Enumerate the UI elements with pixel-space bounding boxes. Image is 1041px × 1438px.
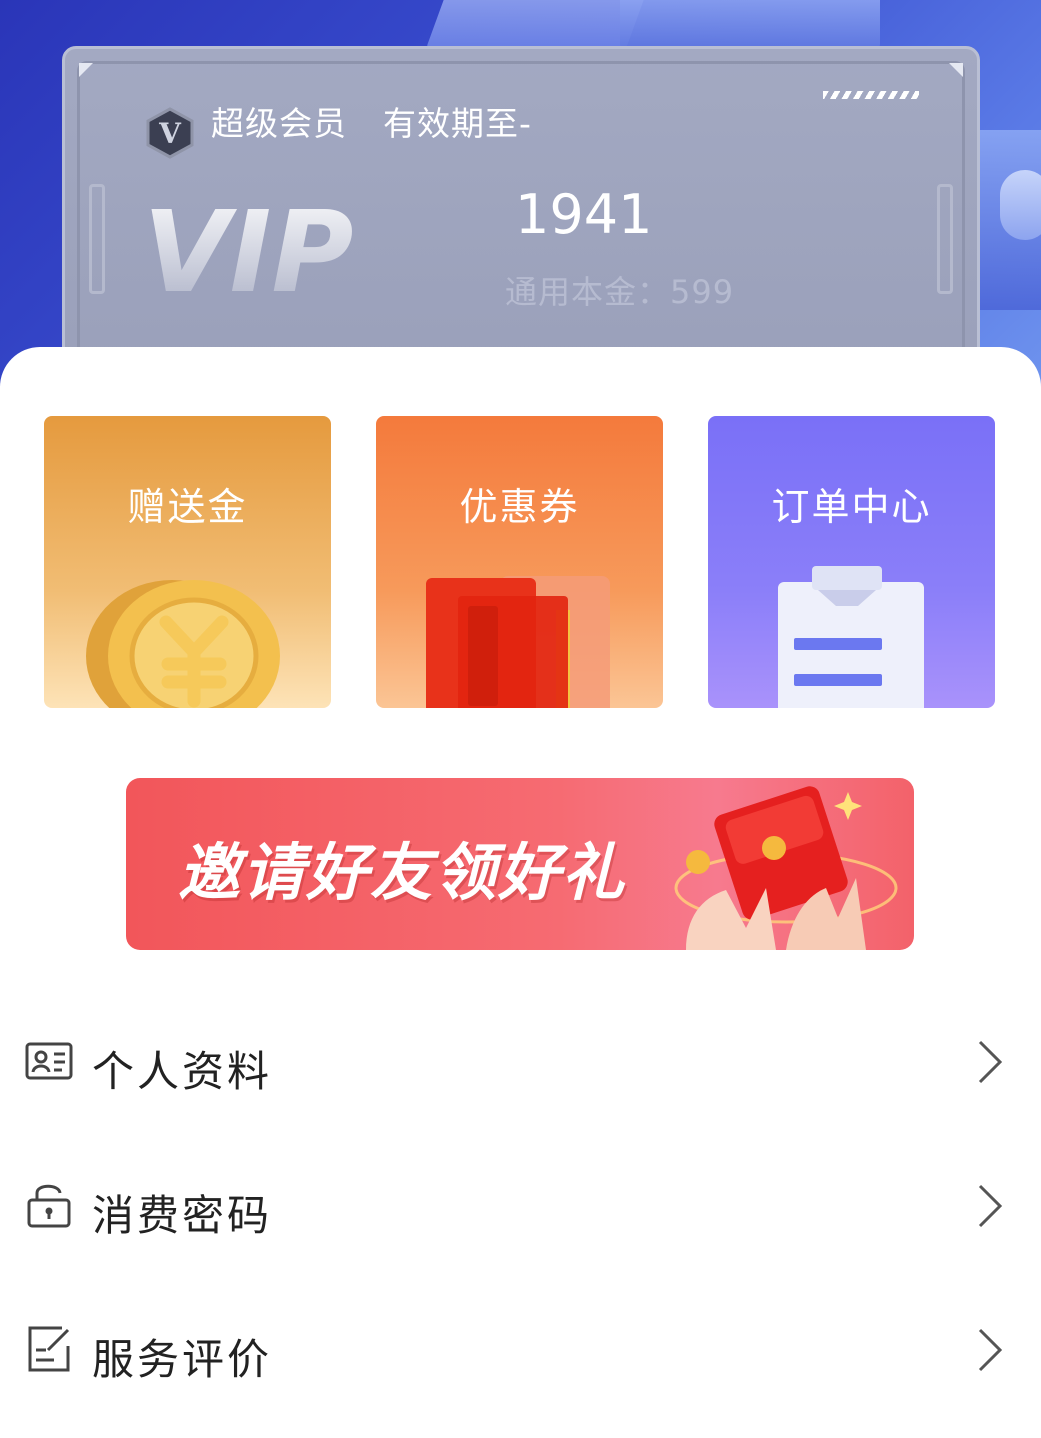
vip-badge-icon: V [146, 107, 194, 159]
menu-item-profile[interactable]: 个人资料 [0, 1008, 1041, 1118]
menu-item-service-review[interactable]: 服务评价 [0, 1296, 1041, 1406]
id-card-icon [25, 1042, 73, 1080]
gold-coin-icon [86, 580, 280, 708]
header-decoration [1000, 170, 1041, 240]
svg-text:VIP: VIP [143, 189, 353, 309]
svg-text:V: V [158, 117, 182, 150]
invite-friends-banner[interactable]: 邀请好友领好礼 [126, 778, 914, 950]
card-stripes [823, 91, 919, 99]
menu-label: 个人资料 [92, 1047, 273, 1096]
clipboard-icon [778, 566, 924, 708]
card-corner [79, 63, 93, 77]
card-side-bracket [937, 184, 953, 294]
vip-level-label: 超级会员 [211, 104, 347, 143]
card-side-bracket [89, 184, 105, 294]
vip-card[interactable]: V 超级会员 有效期至- VIP 1941 通用本金：599 [62, 46, 980, 383]
header-decoration [620, 0, 880, 50]
vip-expiry-label: 有效期至- [383, 104, 532, 143]
edit-note-icon [28, 1326, 70, 1372]
menu-item-payment-password[interactable]: 消费密码 [0, 1152, 1041, 1262]
tile-gift-money[interactable]: 赠送金 [44, 416, 331, 708]
tile-coupon[interactable]: 优惠券 [376, 416, 663, 708]
chevron-right-icon [978, 1328, 1003, 1372]
vip-principal: 通用本金：599 [505, 273, 735, 311]
menu-label: 消费密码 [92, 1191, 273, 1240]
tile-order-center[interactable]: 订单中心 [708, 416, 995, 708]
coupon-cards-icon [426, 576, 610, 708]
card-corner [949, 63, 963, 77]
vip-balance: 1941 [515, 183, 653, 246]
chevron-right-icon [978, 1184, 1003, 1228]
red-envelope-icon [674, 786, 898, 950]
menu-label: 服务评价 [92, 1335, 273, 1384]
unlock-icon [27, 1184, 71, 1228]
vip-logo: VIP [143, 189, 353, 309]
chevron-right-icon [978, 1040, 1003, 1084]
